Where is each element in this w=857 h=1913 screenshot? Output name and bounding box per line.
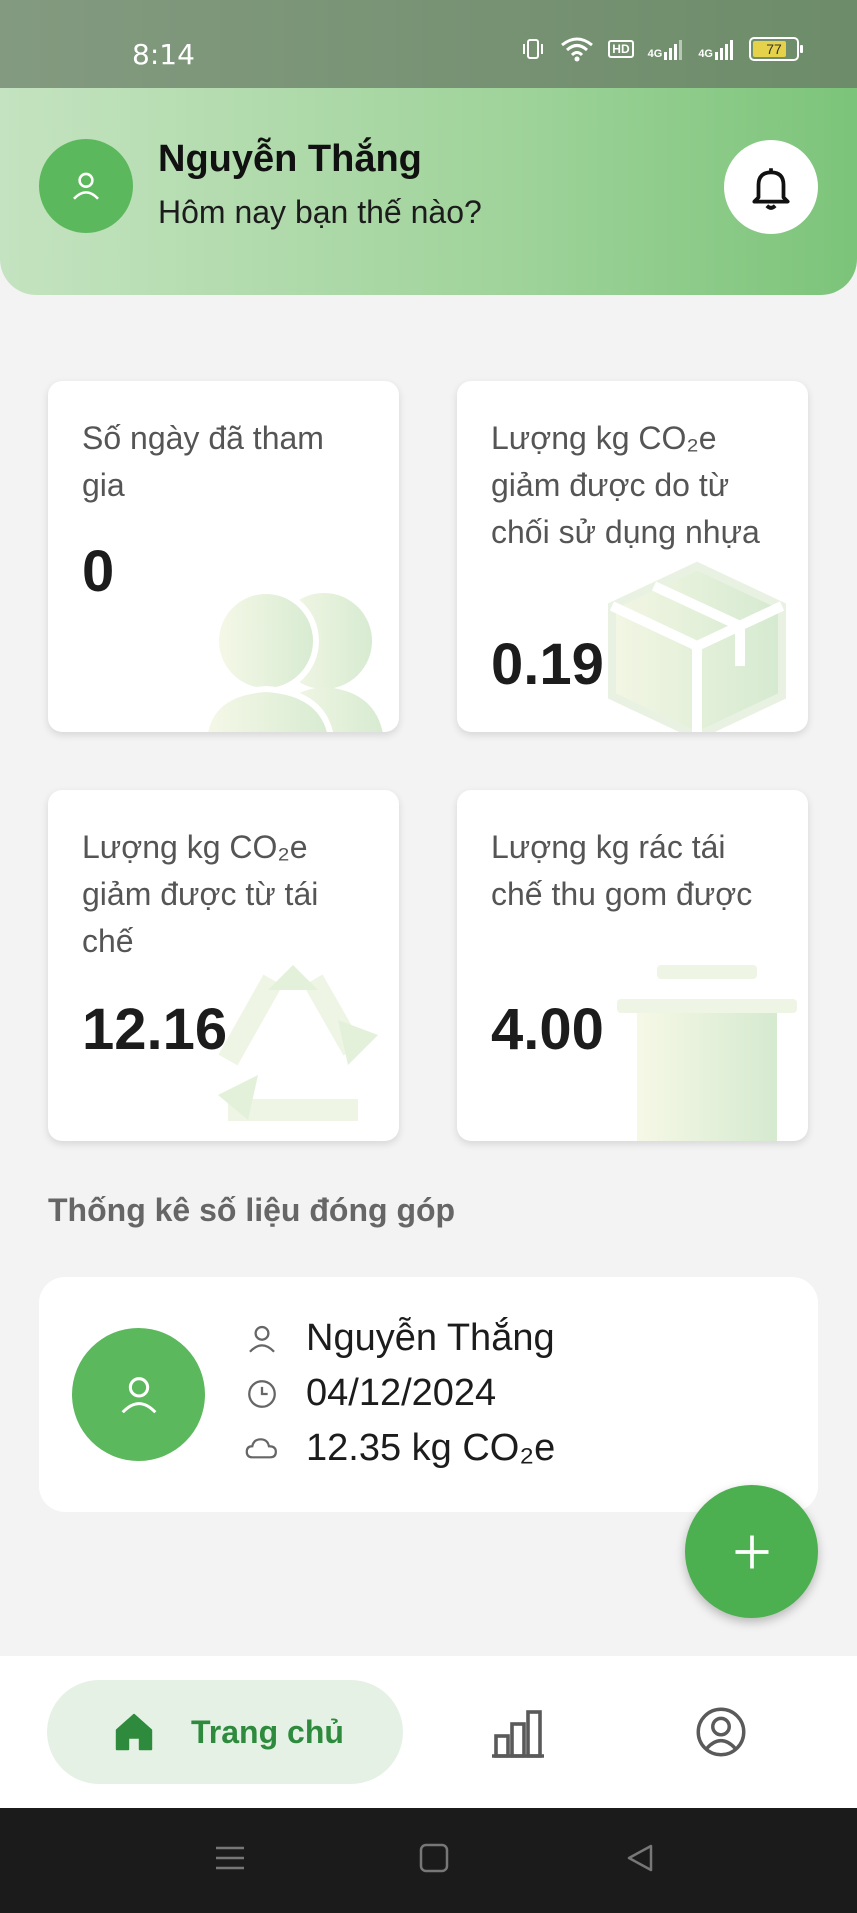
status-time: 8:14 — [132, 38, 195, 71]
stat-card-waste-collected: Lượng kg rác tái chế thu gom được 4.00 — [457, 790, 808, 1141]
bottom-nav: Trang chủ — [0, 1656, 857, 1808]
contribution-amount-row: 12.35 kg CO₂e — [244, 1427, 555, 1470]
sys-home-button[interactable] — [414, 1838, 454, 1878]
header: Nguyễn Thắng Hôm nay bạn thế nào? — [0, 88, 857, 295]
wifi-icon — [561, 37, 594, 62]
stat-card-plastic-co2: Lượng kg CO₂e giảm được do từ chối sử dụ… — [457, 381, 808, 732]
vibrate-icon — [523, 39, 544, 59]
user-icon — [121, 1376, 156, 1413]
stat-card-recycle-co2: Lượng kg CO₂e giảm được từ tái chế 12.16 — [48, 790, 399, 1141]
box-icon — [608, 561, 786, 732]
square-icon — [419, 1843, 449, 1873]
section-title: Thống kê số liệu đóng góp — [48, 1192, 456, 1228]
hd-voice-icon: HD — [608, 40, 634, 58]
nav-home[interactable]: Trang chủ — [47, 1680, 403, 1784]
contribution-date: 04/12/2024 — [306, 1372, 497, 1414]
status-bar: 8:14 HD 4G 4G 77 — [0, 0, 857, 88]
menu-icon — [216, 1846, 244, 1870]
stat-card-days-joined: Số ngày đã tham gia 0 — [48, 381, 399, 732]
cloud-icon — [244, 1431, 280, 1467]
sys-menu-button[interactable] — [210, 1838, 250, 1878]
stat-value: 0.19 — [491, 632, 604, 697]
bell-icon — [752, 168, 790, 210]
stat-value: 4.00 — [491, 997, 604, 1062]
nav-statistics[interactable] — [490, 1708, 546, 1758]
contribution-name-row: Nguyễn Thắng — [244, 1317, 555, 1360]
user-icon — [73, 172, 99, 200]
back-triangle-icon — [627, 1844, 653, 1872]
stat-label: Lượng kg rác tái chế thu gom được — [491, 829, 753, 912]
avatar — [72, 1328, 205, 1461]
bin-icon — [617, 965, 797, 1141]
add-button[interactable] — [685, 1485, 818, 1618]
user-icon — [244, 1321, 280, 1357]
contribution-card[interactable]: Nguyễn Thắng 04/12/2024 12.35 kg CO₂e — [39, 1277, 818, 1512]
bar-chart-icon — [492, 1710, 544, 1758]
signal-icon-2: 4G — [698, 38, 735, 60]
status-icons: HD 4G 4G 77 — [520, 36, 803, 62]
contribution-date-row: 04/12/2024 — [244, 1372, 496, 1415]
stat-label: Lượng kg CO₂e giảm được từ tái chế — [82, 829, 319, 959]
plus-icon — [735, 1535, 768, 1568]
user-name: Nguyễn Thắng — [158, 138, 422, 180]
nav-home-label: Trang chủ — [191, 1713, 344, 1750]
home-icon — [115, 1713, 153, 1751]
stat-label: Số ngày đã tham gia — [82, 420, 324, 503]
profile-circle-icon — [696, 1707, 746, 1757]
contribution-name: Nguyễn Thắng — [306, 1317, 555, 1359]
nav-profile[interactable] — [695, 1706, 747, 1758]
sys-back-button[interactable] — [620, 1838, 660, 1878]
notification-button[interactable] — [724, 140, 818, 234]
signal-icon-1: 4G — [648, 38, 685, 60]
battery-icon: 77 — [749, 37, 803, 61]
stat-value: 12.16 — [82, 997, 228, 1062]
stat-value: 0 — [82, 539, 115, 604]
avatar[interactable] — [39, 139, 133, 233]
stat-label: Lượng kg CO₂e giảm được do từ chối sử dụ… — [491, 420, 760, 550]
clock-icon — [244, 1376, 280, 1412]
greeting-text: Hôm nay bạn thế nào? — [158, 194, 482, 230]
system-nav-bar — [0, 1808, 857, 1913]
contribution-amount: 12.35 kg CO₂e — [306, 1427, 556, 1469]
people-icon — [202, 588, 383, 732]
